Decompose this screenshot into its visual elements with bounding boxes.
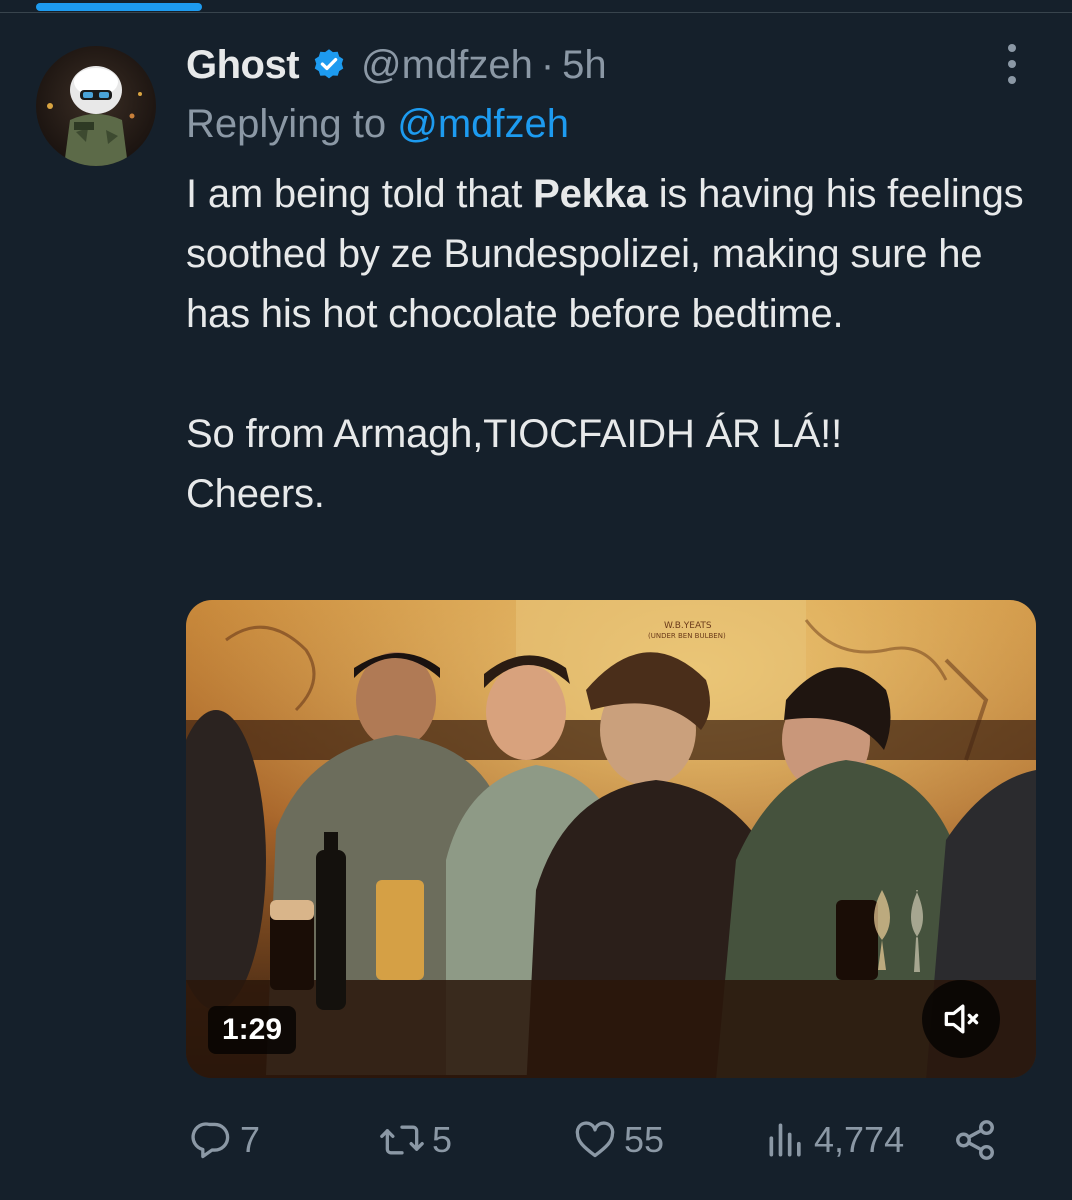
reply-count: 7 <box>240 1119 261 1160</box>
tweet-paragraph-1: I am being told that Pekka is having his… <box>186 164 1046 344</box>
tab-indicator <box>36 3 202 11</box>
mute-icon[interactable] <box>922 980 1000 1058</box>
timestamp[interactable]: 5h <box>562 43 607 88</box>
sign-text: W.B.YEATS <box>664 621 712 631</box>
tweet-paragraph-2-line-1: So from Armagh,TIOCFAIDH ÁR LÁ!! <box>186 412 843 456</box>
user-handle[interactable]: @mdfzeh <box>361 43 533 88</box>
action-bar: 7 5 55 4,774 <box>0 1114 1072 1166</box>
video-duration: 1:29 <box>208 1006 297 1054</box>
replying-mention[interactable]: @mdfzeh <box>397 102 569 146</box>
retweet-button[interactable]: 5 <box>378 1114 452 1166</box>
display-name[interactable]: Ghost <box>186 43 300 88</box>
views-chart-icon <box>764 1118 808 1162</box>
verified-badge-icon <box>311 47 347 83</box>
views-count: 4,774 <box>814 1119 905 1160</box>
tweet-text: I am being told that Pekka is having his… <box>186 164 1046 524</box>
retweet-count: 5 <box>432 1119 453 1160</box>
like-button[interactable]: 55 <box>572 1114 664 1166</box>
avatar[interactable] <box>36 46 156 166</box>
divider <box>0 12 1072 13</box>
reply-button[interactable]: 7 <box>190 1114 260 1166</box>
more-vertical-icon[interactable] <box>1000 44 1024 84</box>
heart-icon <box>572 1118 618 1162</box>
share-icon <box>952 1117 998 1163</box>
share-button[interactable] <box>952 1114 998 1166</box>
like-count: 55 <box>624 1119 665 1160</box>
reply-icon <box>190 1118 234 1162</box>
tweet-text-bold: Pekka <box>533 172 648 216</box>
tweet-paragraph-2-line-2: Cheers. <box>186 472 325 516</box>
tweet-text-part: I am being told that <box>186 172 534 216</box>
replying-prefix: Replying to <box>186 102 387 146</box>
replying-to: Replying to @mdfzeh <box>186 102 569 147</box>
views-button[interactable]: 4,774 <box>764 1114 904 1166</box>
retweet-icon <box>378 1118 426 1162</box>
sign-text: (UNDER BEN BULBEN) <box>648 632 726 640</box>
video-player[interactable]: W.B.YEATS (UNDER BEN BULBEN) <box>186 600 1036 1078</box>
tweet-header: Ghost @mdfzeh · 5h <box>186 40 607 90</box>
separator-dot: · <box>540 42 555 87</box>
